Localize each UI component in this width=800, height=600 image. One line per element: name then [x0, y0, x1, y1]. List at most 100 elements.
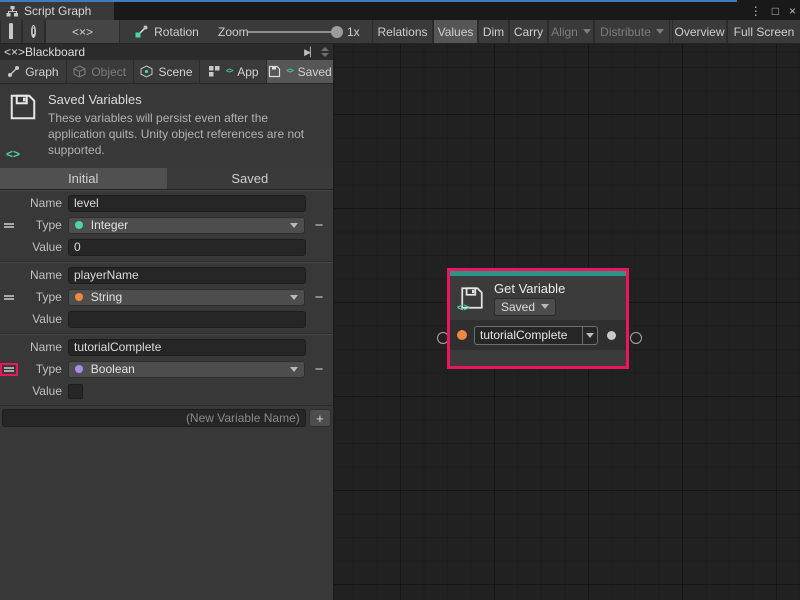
- variable-row: Name Type Boolean − Value: [0, 334, 333, 406]
- variable-picker-button[interactable]: [582, 327, 597, 344]
- scene-icon: [140, 65, 153, 78]
- node-scope-dropdown[interactable]: Saved: [494, 298, 556, 316]
- distribute-button[interactable]: Distribute: [594, 20, 670, 43]
- type-dropdown[interactable]: String: [68, 289, 305, 306]
- value-output-port[interactable]: [607, 331, 616, 340]
- align-button[interactable]: Align: [548, 20, 594, 43]
- add-variable-button[interactable]: +: [309, 409, 331, 427]
- dock-icon[interactable]: ▶▏: [303, 47, 317, 58]
- tab-scene[interactable]: Scene: [134, 60, 201, 83]
- tab-object-label: Object: [91, 65, 126, 79]
- spinner-up-icon[interactable]: [321, 47, 329, 51]
- zoom-slider-track[interactable]: [248, 31, 340, 33]
- overview-button[interactable]: Overview: [672, 20, 727, 43]
- tab-graph[interactable]: Graph: [0, 60, 67, 83]
- clear-selection-button[interactable]: <×>: [45, 20, 120, 43]
- tab-saved-label: Saved: [298, 65, 332, 79]
- saved-variable-icon: <>: [459, 285, 485, 311]
- type-dropdown[interactable]: Boolean: [68, 361, 305, 378]
- values-button[interactable]: Values: [433, 20, 478, 43]
- rotation-label: Rotation: [154, 25, 199, 39]
- zoom-slider-handle[interactable]: [331, 26, 343, 38]
- full-screen-button[interactable]: Full Screen: [727, 20, 800, 43]
- node-scope-value: Saved: [501, 300, 535, 314]
- node-right-outer-port[interactable]: [630, 332, 642, 344]
- type-value: Boolean: [91, 362, 135, 376]
- saved-icon: [268, 65, 281, 78]
- name-label: Name: [18, 340, 62, 354]
- object-icon: [73, 65, 86, 78]
- full-screen-label: Full Screen: [734, 25, 795, 39]
- app-icon: [208, 65, 221, 78]
- info-icon: i: [31, 25, 36, 38]
- variable-value-input[interactable]: [68, 239, 306, 256]
- variable-row: Name Type Integer − Value: [0, 190, 333, 262]
- node-variable-input[interactable]: tutorialComplete: [474, 326, 598, 345]
- drag-handle-icon[interactable]: [4, 295, 14, 300]
- node-header: <> Get Variable Saved: [450, 276, 626, 320]
- type-value: String: [91, 290, 122, 304]
- overview-label: Overview: [675, 25, 725, 39]
- blackboard-panel: <×> Blackboard ▶▏ Graph Object: [0, 44, 334, 600]
- values-label: Values: [438, 25, 474, 39]
- type-color-dot: [75, 365, 83, 373]
- variable-name-port[interactable]: [457, 330, 467, 340]
- window-maximize-icon[interactable]: □: [772, 4, 779, 18]
- scroll-spinner[interactable]: [321, 47, 329, 57]
- info-body: These variables will persist even after …: [48, 110, 325, 158]
- value-label: Value: [18, 384, 62, 398]
- tab-app[interactable]: <> App: [200, 60, 267, 83]
- variable-value-input[interactable]: [68, 311, 306, 328]
- window-close-icon[interactable]: ×: [789, 4, 796, 18]
- tab-scene-label: Scene: [158, 65, 192, 79]
- remove-variable-button[interactable]: −: [305, 217, 333, 234]
- lock-button[interactable]: [0, 20, 22, 43]
- code-mark-icon: <>: [457, 302, 470, 314]
- info-button[interactable]: i: [22, 20, 45, 43]
- subtab-saved[interactable]: Saved: [167, 168, 334, 189]
- dim-button[interactable]: Dim: [478, 20, 509, 43]
- remove-variable-button[interactable]: −: [305, 289, 333, 306]
- window-menu-icon[interactable]: ⋮: [750, 4, 762, 18]
- new-variable-row: +: [0, 406, 333, 427]
- tab-title: Script Graph: [24, 4, 91, 18]
- variable-scope-tabs: Graph Object Scene <> App: [0, 60, 333, 84]
- get-variable-node[interactable]: <> Get Variable Saved tutorialComplete: [447, 268, 629, 369]
- rotation-toggle[interactable]: Rotation: [124, 20, 210, 43]
- blackboard-code-icon: <×>: [4, 45, 25, 59]
- chevron-down-icon: [290, 367, 298, 372]
- spinner-down-icon[interactable]: [321, 53, 329, 57]
- subtab-initial[interactable]: Initial: [0, 168, 167, 189]
- chevron-down-icon: [290, 223, 298, 228]
- clear-selection-icon: <×>: [72, 25, 93, 39]
- variable-name-input[interactable]: [68, 339, 306, 356]
- rotation-icon: [135, 25, 148, 38]
- relations-button[interactable]: Relations: [372, 20, 433, 43]
- type-dropdown[interactable]: Integer: [68, 217, 305, 234]
- node-title: Get Variable: [494, 281, 565, 296]
- variable-value-checkbox[interactable]: [68, 384, 83, 399]
- variable-name-input[interactable]: [68, 267, 306, 284]
- remove-variable-button[interactable]: −: [305, 361, 333, 378]
- relations-label: Relations: [377, 25, 427, 39]
- blackboard-header: <×> Blackboard ▶▏: [0, 44, 333, 60]
- variable-row: Name Type String − Value: [0, 262, 333, 334]
- tab-graph-label: Graph: [25, 65, 58, 79]
- name-label: Name: [18, 196, 62, 210]
- drag-handle-icon-highlighted[interactable]: [4, 367, 14, 372]
- carry-button[interactable]: Carry: [509, 20, 548, 43]
- zoom-label: Zoom: [218, 25, 249, 39]
- variable-name-input[interactable]: [68, 195, 306, 212]
- graph-hierarchy-icon: [6, 5, 19, 18]
- graph-canvas[interactable]: <> Get Variable Saved tutorialComplete: [334, 44, 800, 600]
- type-value: Integer: [91, 218, 128, 232]
- tab-script-graph[interactable]: Script Graph: [0, 2, 114, 20]
- type-color-dot: [75, 293, 83, 301]
- new-variable-input[interactable]: [2, 409, 306, 427]
- drag-handle-icon[interactable]: [4, 223, 14, 228]
- zoom-value: 1x: [347, 25, 360, 39]
- tab-object[interactable]: Object: [67, 60, 134, 83]
- value-label: Value: [18, 240, 62, 254]
- tab-saved[interactable]: <> Saved: [267, 60, 333, 83]
- code-mark-icon: <>: [286, 68, 292, 75]
